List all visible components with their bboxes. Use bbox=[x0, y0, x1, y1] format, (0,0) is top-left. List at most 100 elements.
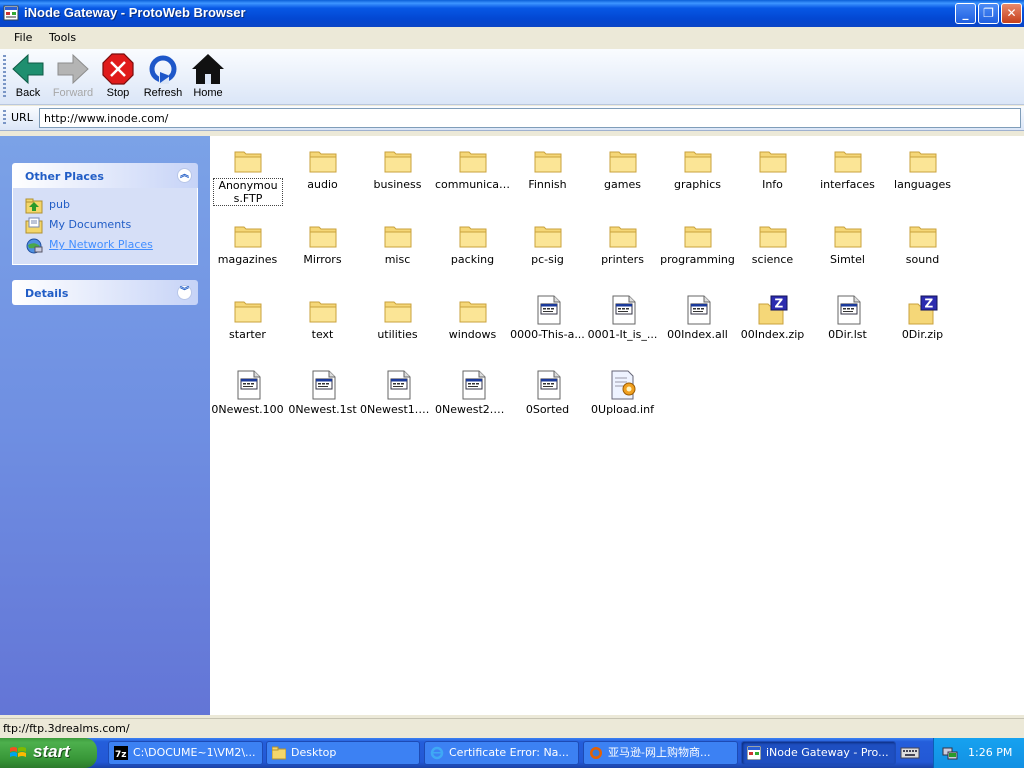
close-icon: ✕ bbox=[1006, 6, 1017, 20]
item-label: interfaces bbox=[820, 178, 875, 191]
title-bar[interactable]: iNode Gateway - ProtoWeb Browser _ ❐ ✕ bbox=[0, 0, 1024, 27]
file-item[interactable]: 0Newest.100 bbox=[210, 361, 285, 431]
file-item[interactable]: 0001-It_is_... bbox=[585, 286, 660, 356]
other-places-list: pub My Documents My Network Places bbox=[12, 188, 198, 265]
network-tray-icon[interactable] bbox=[942, 745, 958, 761]
file-item[interactable]: Z 00Index.zip bbox=[735, 286, 810, 356]
refresh-button[interactable]: Refresh bbox=[141, 52, 185, 104]
restore-button[interactable]: ❐ bbox=[978, 3, 999, 24]
place-item-pub[interactable]: pub bbox=[25, 196, 197, 216]
keyboard-icon[interactable] bbox=[900, 745, 920, 761]
stop-button[interactable]: Stop bbox=[96, 52, 140, 104]
svg-text:Z: Z bbox=[775, 297, 784, 311]
folder-icon bbox=[682, 219, 714, 251]
taskbar-item-ie[interactable]: Certificate Error: Na... bbox=[424, 741, 579, 765]
back-arrow-icon bbox=[12, 53, 44, 85]
folder-icon bbox=[832, 219, 864, 251]
file-item[interactable]: 0Sorted bbox=[510, 361, 585, 431]
item-label: audio bbox=[307, 178, 338, 191]
item-label: 0Dir.zip bbox=[901, 328, 944, 341]
folder-item[interactable]: starter bbox=[210, 286, 285, 356]
other-places-header[interactable]: Other Places ︽ bbox=[12, 163, 198, 188]
folder-item[interactable]: graphics bbox=[660, 136, 735, 206]
document-icon bbox=[457, 369, 489, 401]
details-header[interactable]: Details ︾ bbox=[12, 280, 198, 305]
menu-tools[interactable]: Tools bbox=[49, 31, 76, 44]
file-item[interactable]: 0Upload.inf bbox=[585, 361, 660, 431]
item-label: windows bbox=[448, 328, 497, 341]
item-label: Anonymous.FTP bbox=[213, 178, 283, 206]
item-label: business bbox=[373, 178, 422, 191]
expand-chevron-icon[interactable]: ︾ bbox=[177, 285, 192, 300]
folder-item[interactable]: Anonymous.FTP bbox=[210, 136, 285, 206]
address-grip[interactable] bbox=[3, 110, 6, 126]
folder-icon bbox=[382, 294, 414, 326]
file-item[interactable]: 0000-This-a... bbox=[510, 286, 585, 356]
place-item-my-documents[interactable]: My Documents bbox=[25, 216, 197, 236]
folder-item[interactable]: misc bbox=[360, 211, 435, 281]
file-item[interactable]: 0Newest1.1st bbox=[360, 361, 435, 431]
folder-icon bbox=[307, 294, 339, 326]
folder-item[interactable]: packing bbox=[435, 211, 510, 281]
file-item[interactable]: 0Dir.lst bbox=[810, 286, 885, 356]
item-label: 0Newest.1st bbox=[288, 403, 357, 416]
minimize-button[interactable]: _ bbox=[955, 3, 976, 24]
folder-item[interactable]: Finnish bbox=[510, 136, 585, 206]
item-label: 0Sorted bbox=[525, 403, 570, 416]
taskbar-item-7zip[interactable]: 7z C:\DOCUME~1\VM2\... bbox=[108, 741, 263, 765]
file-item[interactable]: 00Index.all bbox=[660, 286, 735, 356]
folder-item[interactable]: programming bbox=[660, 211, 735, 281]
folder-item[interactable]: business bbox=[360, 136, 435, 206]
clock[interactable]: 1:26 PM bbox=[968, 746, 1012, 759]
taskbar-item-desktop[interactable]: Desktop bbox=[266, 741, 420, 765]
taskbar-item-inode-gateway[interactable]: iNode Gateway - Pro... bbox=[741, 741, 896, 765]
place-item-my-network-places[interactable]: My Network Places bbox=[25, 236, 197, 256]
folder-item[interactable]: games bbox=[585, 136, 660, 206]
url-input[interactable] bbox=[39, 108, 1021, 128]
start-button[interactable]: start bbox=[0, 738, 97, 768]
item-label: Info bbox=[762, 178, 783, 191]
folder-icon bbox=[607, 219, 639, 251]
folder-item[interactable]: communicati... bbox=[435, 136, 510, 206]
windows-flag-icon bbox=[10, 747, 26, 757]
folder-item[interactable]: sound bbox=[885, 211, 960, 281]
item-label: starter bbox=[229, 328, 266, 341]
folder-item[interactable]: pc-sig bbox=[510, 211, 585, 281]
folder-item[interactable]: languages bbox=[885, 136, 960, 206]
home-button[interactable]: Home bbox=[186, 52, 230, 104]
item-label: 00Index.zip bbox=[740, 328, 805, 341]
status-text: ftp://ftp.3drealms.com/ bbox=[3, 722, 130, 735]
svg-text:7z: 7z bbox=[115, 750, 127, 760]
folder-item[interactable]: science bbox=[735, 211, 810, 281]
folder-item[interactable]: windows bbox=[435, 286, 510, 356]
folder-item[interactable]: text bbox=[285, 286, 360, 356]
task-label: C:\DOCUME~1\VM2\... bbox=[133, 746, 256, 759]
refresh-label: Refresh bbox=[143, 87, 183, 99]
file-item[interactable]: Z 0Dir.zip bbox=[885, 286, 960, 356]
taskbar-item-firefox[interactable]: 亚马逊-网上购物商... bbox=[583, 741, 738, 765]
file-item[interactable]: 0Newest.1st bbox=[285, 361, 360, 431]
folder-item[interactable]: Simtel bbox=[810, 211, 885, 281]
zip-archive-icon: Z bbox=[757, 294, 789, 326]
folder-item[interactable]: audio bbox=[285, 136, 360, 206]
place-label: pub bbox=[49, 198, 70, 211]
folder-item[interactable]: interfaces bbox=[810, 136, 885, 206]
menu-file[interactable]: File bbox=[14, 31, 32, 44]
back-button[interactable]: Back bbox=[6, 52, 50, 104]
document-icon bbox=[607, 294, 639, 326]
folder-item[interactable]: Mirrors bbox=[285, 211, 360, 281]
folder-item[interactable]: magazines bbox=[210, 211, 285, 281]
my-documents-icon bbox=[25, 217, 43, 234]
folder-item[interactable]: utilities bbox=[360, 286, 435, 356]
document-icon bbox=[832, 294, 864, 326]
7zip-icon: 7z bbox=[114, 746, 128, 760]
folder-item[interactable]: printers bbox=[585, 211, 660, 281]
collapse-chevron-icon[interactable]: ︽ bbox=[177, 168, 192, 183]
folder-icon bbox=[457, 219, 489, 251]
file-view: Anonymous.FTP audio business communicati...… bbox=[210, 136, 1024, 715]
close-button[interactable]: ✕ bbox=[1001, 3, 1022, 24]
forward-button[interactable]: Forward bbox=[51, 52, 95, 104]
folder-item[interactable]: Info bbox=[735, 136, 810, 206]
file-item[interactable]: 0Newest2.1st bbox=[435, 361, 510, 431]
app-icon bbox=[747, 746, 761, 760]
